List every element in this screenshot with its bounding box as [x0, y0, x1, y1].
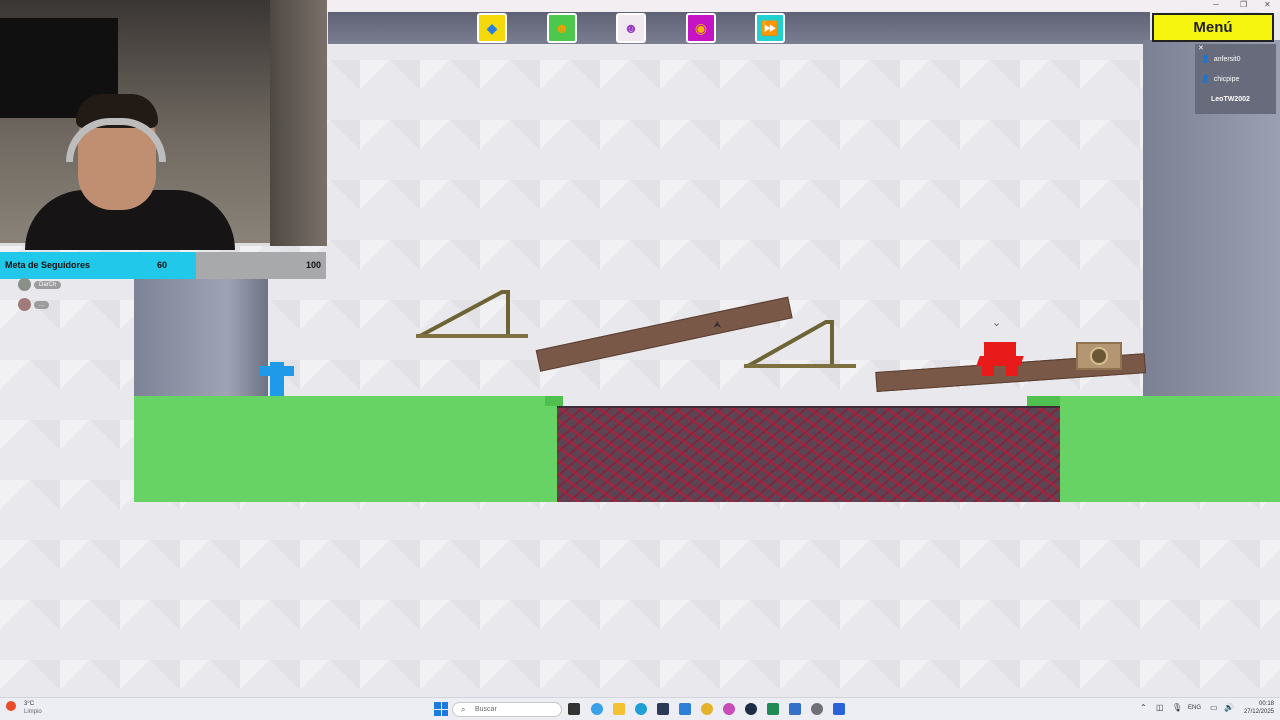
player-row: 👤 chicpipe: [1201, 69, 1270, 89]
app-window-icon[interactable]: [833, 703, 845, 715]
goal-max: 100: [305, 260, 321, 270]
curtain-background: [270, 0, 327, 246]
chat-user-row: ...: [18, 298, 50, 311]
volume-icon[interactable]: 🔊: [1224, 703, 1234, 712]
purple-devil-icon: ☻: [623, 20, 639, 36]
menu-button[interactable]: Menú: [1152, 13, 1274, 42]
powerup-green-character[interactable]: ☻: [547, 13, 577, 43]
weather-icon[interactable]: [6, 701, 16, 711]
weather-desc: Limpio: [24, 709, 42, 715]
clock-time[interactable]: 00:18: [1242, 701, 1274, 707]
players-list: ✕ 👤 anfersit0 👤 chicpipe LeoTW2002: [1195, 44, 1276, 114]
left-pillar-block: [134, 278, 268, 398]
close-icon[interactable]: ✕: [1198, 44, 1204, 52]
chevron-down-icon: ⌄: [992, 317, 1002, 329]
player-row: 👤 anfersit0: [1201, 49, 1270, 69]
start-menu-icon[interactable]: [434, 702, 448, 716]
microphone-icon[interactable]: 🎙: [1172, 703, 1182, 712]
powerup-color-wheel[interactable]: ◉: [686, 13, 716, 43]
photos-icon[interactable]: [789, 703, 801, 715]
windows-taskbar: 3°C Limpio ⌕ Buscar ⌃ ◫ 🎙 ENG ▭ 🔊 00:18 …: [0, 697, 1280, 720]
green-character-icon: ☻: [554, 20, 570, 36]
close-window-icon[interactable]: ✕: [1264, 0, 1271, 10]
grass-edge-right: [1027, 396, 1060, 406]
lava-pit: [557, 406, 1060, 502]
taskbar-search-input[interactable]: ⌕ Buscar: [452, 702, 562, 717]
avatar: [18, 298, 31, 311]
terminal-icon[interactable]: [767, 703, 779, 715]
player-name: LeoTW2002: [1211, 95, 1250, 103]
red-player-character: [976, 342, 1024, 376]
blue-fish-icon: ◆: [486, 19, 498, 36]
minimize-icon[interactable]: ─: [1213, 0, 1219, 10]
grass-platform-right: [1059, 396, 1280, 502]
grass-platform-left: [134, 396, 558, 502]
mail-icon[interactable]: [679, 703, 691, 715]
network-icon[interactable]: ◫: [1156, 703, 1164, 712]
language-indicator[interactable]: ENG: [1188, 705, 1201, 711]
user-icon: 👤: [1201, 76, 1210, 83]
clock-date[interactable]: 27/12/2025: [1236, 709, 1274, 715]
chat-username: ...: [34, 300, 50, 309]
fast-forward-icon: ⏩: [761, 19, 779, 36]
obs-icon[interactable]: [723, 703, 735, 715]
cursor-icon: ⮝: [713, 320, 722, 331]
wedge-ramp-right[interactable]: [744, 318, 858, 372]
player-name: chicpipe: [1213, 75, 1240, 83]
tray-chevron-up-icon[interactable]: ⌃: [1140, 703, 1147, 712]
ceiling-block: [328, 12, 1150, 44]
goal-current: 60: [157, 260, 168, 270]
file-explorer-icon[interactable]: [613, 703, 625, 715]
webcam-feed: [0, 0, 327, 250]
wifi-icon[interactable]: ▭: [1210, 703, 1218, 712]
color-wheel-icon: ◉: [694, 19, 708, 36]
chat-username: DarCh: [34, 280, 62, 289]
coin-icon: [1090, 347, 1108, 365]
powerup-fast-forward[interactable]: ⏩: [755, 13, 785, 43]
chat-user-row: DarCh: [18, 278, 62, 291]
search-placeholder: Buscar: [475, 706, 497, 713]
goal-label: Meta de Seguidores: [5, 260, 91, 270]
treasure-box[interactable]: [1076, 342, 1122, 370]
powerup-purple-devil[interactable]: ☻: [616, 13, 646, 43]
search-icon: ⌕: [461, 705, 466, 714]
weather-temp: 3°C: [24, 701, 35, 707]
steam-icon[interactable]: [745, 703, 757, 715]
user-icon: 👤: [1201, 56, 1210, 63]
edge-browser-icon[interactable]: [635, 703, 647, 715]
player-name: anfersit0: [1213, 55, 1241, 63]
avatar: [18, 278, 31, 291]
blue-player-character: [260, 362, 294, 396]
powerup-blue-fish[interactable]: ◆: [477, 13, 507, 43]
follower-goal-bar: Meta de Seguidores 60 100: [0, 252, 326, 279]
copilot-icon[interactable]: [591, 703, 603, 715]
player-row: LeoTW2002: [1201, 89, 1270, 109]
settings-gear-icon[interactable]: [811, 703, 823, 715]
task-view-icon[interactable]: [568, 703, 580, 715]
restore-icon[interactable]: ❐: [1240, 0, 1247, 10]
chrome-icon[interactable]: [701, 703, 713, 715]
grass-edge-left: [545, 396, 563, 406]
store-icon[interactable]: [657, 703, 669, 715]
wedge-ramp-left[interactable]: [416, 288, 530, 342]
